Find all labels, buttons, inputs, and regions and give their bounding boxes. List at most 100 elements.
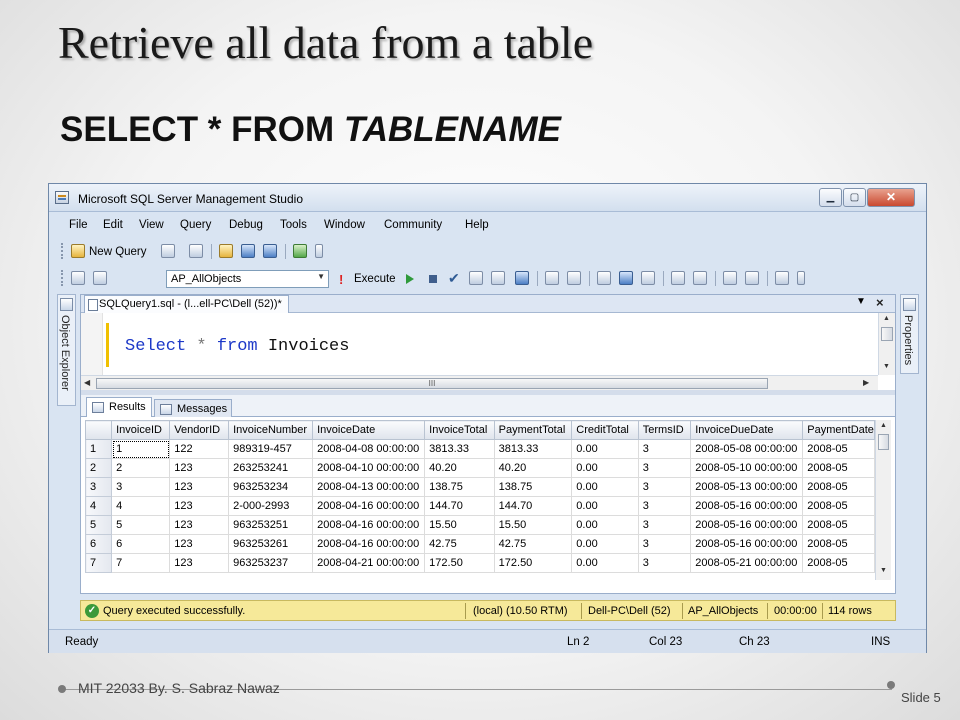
table-cell[interactable]: 123 xyxy=(169,496,230,516)
column-header[interactable]: PaymentDate xyxy=(802,420,875,440)
table-cell[interactable]: 2008-05 xyxy=(802,496,875,516)
column-header[interactable]: CreditTotal xyxy=(571,420,639,440)
table-row[interactable]: 5 5 123 963253251 2008-04-16 00:00:00 15.50 15… xyxy=(85,515,875,535)
new-project-icon[interactable] xyxy=(189,244,203,258)
table-cell[interactable]: 2008-05-16 00:00:00 xyxy=(690,534,804,554)
properties-panel[interactable]: Properties xyxy=(900,294,919,374)
table-cell[interactable]: 3 xyxy=(637,553,692,573)
scroll-thumb[interactable] xyxy=(878,434,889,450)
grid-vertical-scrollbar[interactable]: ▲ ▼ xyxy=(875,420,891,580)
close-icon[interactable]: × xyxy=(876,295,884,310)
tab-results[interactable]: Results xyxy=(86,397,152,417)
table-cell[interactable]: 0.00 xyxy=(571,439,639,459)
table-cell[interactable]: 2008-05 xyxy=(802,553,875,573)
table-cell[interactable]: 0.00 xyxy=(571,458,639,478)
scroll-thumb[interactable]: III xyxy=(96,378,768,389)
table-cell[interactable]: 3 xyxy=(637,439,692,459)
table-cell[interactable]: 2008-04-16 00:00:00 xyxy=(312,496,426,516)
table-cell[interactable]: 0.00 xyxy=(571,477,639,497)
row-number-cell[interactable]: 5 xyxy=(85,515,113,535)
cancel-query-icon[interactable] xyxy=(429,275,437,283)
database-select[interactable]: AP_AllObjects ▼ xyxy=(166,270,329,288)
table-cell[interactable]: 172.50 xyxy=(493,553,573,573)
row-number-cell[interactable]: 2 xyxy=(85,458,113,478)
table-cell[interactable]: 2-000-2993 xyxy=(228,496,314,516)
query-designer-icon[interactable] xyxy=(491,271,505,285)
save-icon[interactable] xyxy=(241,244,255,258)
table-row[interactable]: 4 4 123 2-000-2993 2008-04-16 00:00:00 144.70… xyxy=(85,496,875,516)
table-cell[interactable]: 2008-05 xyxy=(802,477,875,497)
table-cell[interactable]: 42.75 xyxy=(424,534,495,554)
column-header[interactable]: InvoiceTotal xyxy=(424,420,495,440)
menu-community[interactable]: Community xyxy=(384,219,442,231)
scroll-left-icon[interactable]: ◀ xyxy=(84,378,90,387)
table-cell[interactable]: 2008-04-10 00:00:00 xyxy=(312,458,426,478)
column-header[interactable]: TermsID xyxy=(637,420,692,440)
table-row[interactable]: 2 2 123 263253241 2008-04-10 00:00:00 40.20 40… xyxy=(85,458,875,478)
table-cell[interactable]: 3813.33 xyxy=(424,439,495,459)
table-cell[interactable]: 2 xyxy=(111,458,171,478)
include-plan-icon[interactable] xyxy=(545,271,559,285)
table-cell[interactable]: 5 xyxy=(111,515,171,535)
table-cell[interactable]: 4 xyxy=(111,496,171,516)
template-params-icon[interactable] xyxy=(775,271,789,285)
row-number-cell[interactable]: 6 xyxy=(85,534,113,554)
table-cell[interactable]: 2008-05-16 00:00:00 xyxy=(690,515,804,535)
table-cell[interactable]: 138.75 xyxy=(424,477,495,497)
table-row[interactable]: 1 1 122 989319-457 2008-04-08 00:00:00 3813.3… xyxy=(85,439,875,459)
sql-code[interactable]: Select * from Invoices xyxy=(125,337,349,356)
activity-monitor-icon[interactable] xyxy=(293,244,307,258)
debug-run-icon[interactable] xyxy=(406,274,414,284)
table-cell[interactable]: 963253237 xyxy=(228,553,314,573)
execute-button[interactable]: Execute xyxy=(354,273,396,285)
table-cell[interactable]: 123 xyxy=(169,458,230,478)
table-cell[interactable]: 40.20 xyxy=(424,458,495,478)
connect-icon[interactable] xyxy=(71,271,85,285)
scroll-thumb[interactable] xyxy=(881,327,893,341)
table-cell[interactable]: 3813.33 xyxy=(493,439,573,459)
table-cell[interactable]: 123 xyxy=(169,553,230,573)
new-file-icon[interactable] xyxy=(161,244,175,258)
menu-file[interactable]: File xyxy=(69,219,88,231)
table-cell[interactable]: 963253261 xyxy=(228,534,314,554)
close-button[interactable]: ✕ xyxy=(867,188,915,207)
menu-debug[interactable]: Debug xyxy=(229,219,263,231)
table-cell[interactable]: 2008-05-21 00:00:00 xyxy=(690,553,804,573)
display-plan-icon[interactable] xyxy=(469,271,483,285)
menu-view[interactable]: View xyxy=(139,219,164,231)
sql-editor[interactable]: Select * from Invoices xyxy=(81,313,878,375)
comment-icon[interactable] xyxy=(671,271,685,285)
table-cell[interactable]: 122 xyxy=(169,439,230,459)
new-query-icon[interactable] xyxy=(71,244,85,258)
table-cell[interactable]: 2008-05 xyxy=(802,439,875,459)
menu-tools[interactable]: Tools xyxy=(280,219,307,231)
document-tab[interactable]: SQLQuery1.sql - (l...ell-PC\Dell (52))* xyxy=(84,295,289,313)
toolbar-overflow-icon[interactable] xyxy=(315,244,323,258)
parse-check-icon[interactable]: ✔ xyxy=(448,270,460,287)
save-all-icon[interactable] xyxy=(263,244,277,258)
table-cell[interactable]: 2008-05-13 00:00:00 xyxy=(690,477,804,497)
table-cell[interactable]: 2008-04-16 00:00:00 xyxy=(312,534,426,554)
scroll-up-icon[interactable]: ▲ xyxy=(883,315,890,322)
toolbar-grip[interactable] xyxy=(61,243,65,259)
table-cell[interactable]: 123 xyxy=(169,477,230,497)
results-grid[interactable]: InvoiceID VendorID InvoiceNumber InvoiceDat… xyxy=(85,420,875,580)
minimize-button[interactable]: ▁ xyxy=(819,188,842,207)
table-cell[interactable]: 7 xyxy=(111,553,171,573)
row-number-cell[interactable]: 4 xyxy=(85,496,113,516)
table-cell[interactable]: 2008-05 xyxy=(802,534,875,554)
execute-icon[interactable]: ! xyxy=(339,272,343,287)
column-header[interactable]: InvoiceDueDate xyxy=(690,420,804,440)
table-cell[interactable]: 0.00 xyxy=(571,534,639,554)
table-cell[interactable]: 123 xyxy=(169,515,230,535)
table-cell[interactable]: 138.75 xyxy=(493,477,573,497)
table-cell[interactable]: 15.50 xyxy=(493,515,573,535)
table-cell[interactable]: 3 xyxy=(637,458,692,478)
column-header[interactable]: InvoiceID xyxy=(111,420,171,440)
table-cell[interactable]: 0.00 xyxy=(571,515,639,535)
row-number-header[interactable] xyxy=(85,420,113,440)
table-cell[interactable]: 2008-04-08 00:00:00 xyxy=(312,439,426,459)
disconnect-icon[interactable] xyxy=(93,271,107,285)
results-to-grid-icon[interactable] xyxy=(619,271,633,285)
table-row[interactable]: 6 6 123 963253261 2008-04-16 00:00:00 42.75 42… xyxy=(85,534,875,554)
